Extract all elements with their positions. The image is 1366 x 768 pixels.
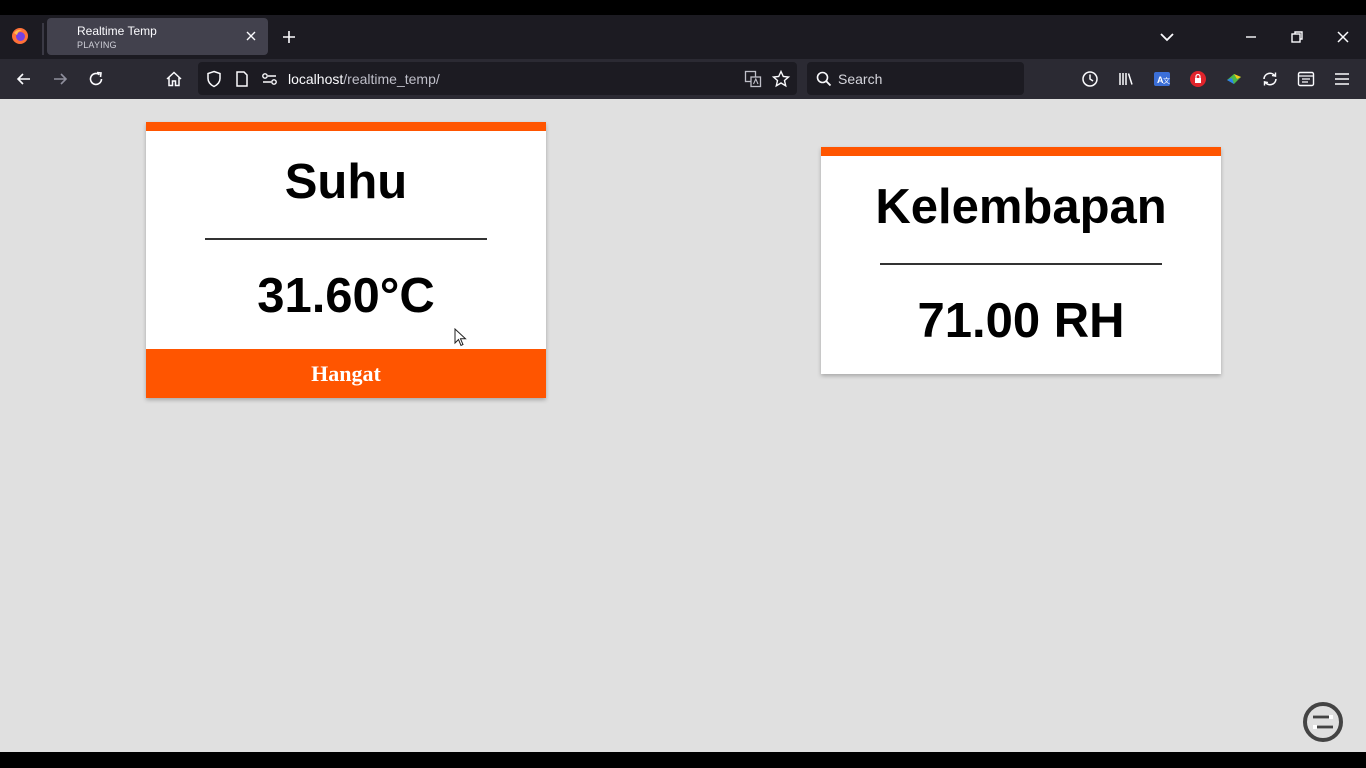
reload-icon[interactable] — [86, 69, 106, 89]
temperature-card: Suhu 31.60°C Hangat — [146, 122, 546, 398]
chevron-down-icon[interactable] — [1158, 28, 1176, 46]
page-content: Suhu 31.60°C Hangat Kelembapan 71.00 RH — [0, 99, 1366, 752]
hamburger-menu-icon[interactable] — [1332, 69, 1352, 89]
address-bar[interactable]: localhost/realtime_temp/ — [198, 62, 797, 95]
restore-window-icon[interactable] — [1288, 28, 1306, 46]
url-path: /realtime_temp/ — [343, 71, 440, 87]
page-icon[interactable] — [232, 69, 252, 89]
temperature-status-banner: Hangat — [146, 349, 546, 398]
tracking-protection-shield-icon[interactable] — [204, 69, 224, 89]
bookmark-star-icon[interactable] — [771, 69, 791, 89]
colorful-extension-icon[interactable] — [1224, 69, 1244, 89]
mouse-cursor-icon — [454, 328, 467, 347]
humidity-title: Kelembapan — [875, 180, 1167, 234]
sync-extension-icon[interactable] — [1260, 69, 1280, 89]
site-permissions-icon[interactable] — [260, 69, 280, 89]
search-bar[interactable]: Search — [807, 62, 1024, 95]
url-text[interactable]: localhost/realtime_temp/ — [288, 71, 440, 87]
screen-bottom-strip — [0, 752, 1366, 768]
firefox-logo-icon[interactable] — [11, 27, 29, 45]
history-clock-icon[interactable] — [1080, 69, 1100, 89]
tab-bar: Realtime Temp PLAYING — [0, 15, 1366, 59]
svg-text:文: 文 — [1163, 76, 1170, 85]
tab-playing-label: PLAYING — [77, 40, 117, 50]
search-placeholder: Search — [838, 71, 883, 87]
translate-page-icon[interactable] — [743, 69, 763, 89]
reader-sidebar-icon[interactable] — [1296, 69, 1316, 89]
search-icon — [816, 71, 832, 87]
back-arrow-icon[interactable] — [14, 69, 34, 89]
home-icon[interactable] — [164, 69, 184, 89]
close-tab-icon[interactable] — [243, 28, 259, 44]
tab-title: Realtime Temp — [77, 24, 157, 38]
new-tab-plus-icon[interactable] — [280, 28, 298, 46]
url-host: localhost — [288, 71, 344, 87]
lock-extension-icon[interactable] — [1188, 69, 1208, 89]
temperature-divider — [205, 238, 487, 240]
translate-extension-icon[interactable]: A 文 — [1152, 69, 1172, 89]
humidity-value: 71.00 RH — [917, 294, 1125, 348]
close-window-icon[interactable] — [1334, 28, 1352, 46]
navigation-toolbar: localhost/realtime_temp/ Search A 文 — [0, 59, 1366, 99]
tab-separator — [42, 23, 44, 55]
screen-top-strip — [0, 0, 1366, 15]
library-icon[interactable] — [1116, 69, 1136, 89]
tab-realtime-temp[interactable]: Realtime Temp PLAYING — [47, 18, 268, 55]
temperature-title: Suhu — [284, 155, 408, 209]
humidity-card: Kelembapan 71.00 RH — [821, 147, 1221, 374]
recorder-watermark-logo-icon — [1303, 702, 1343, 742]
humidity-divider — [880, 263, 1162, 265]
temperature-value: 31.60°C — [257, 269, 435, 323]
forward-arrow-icon[interactable] — [50, 69, 70, 89]
minimize-window-icon[interactable] — [1242, 28, 1260, 46]
